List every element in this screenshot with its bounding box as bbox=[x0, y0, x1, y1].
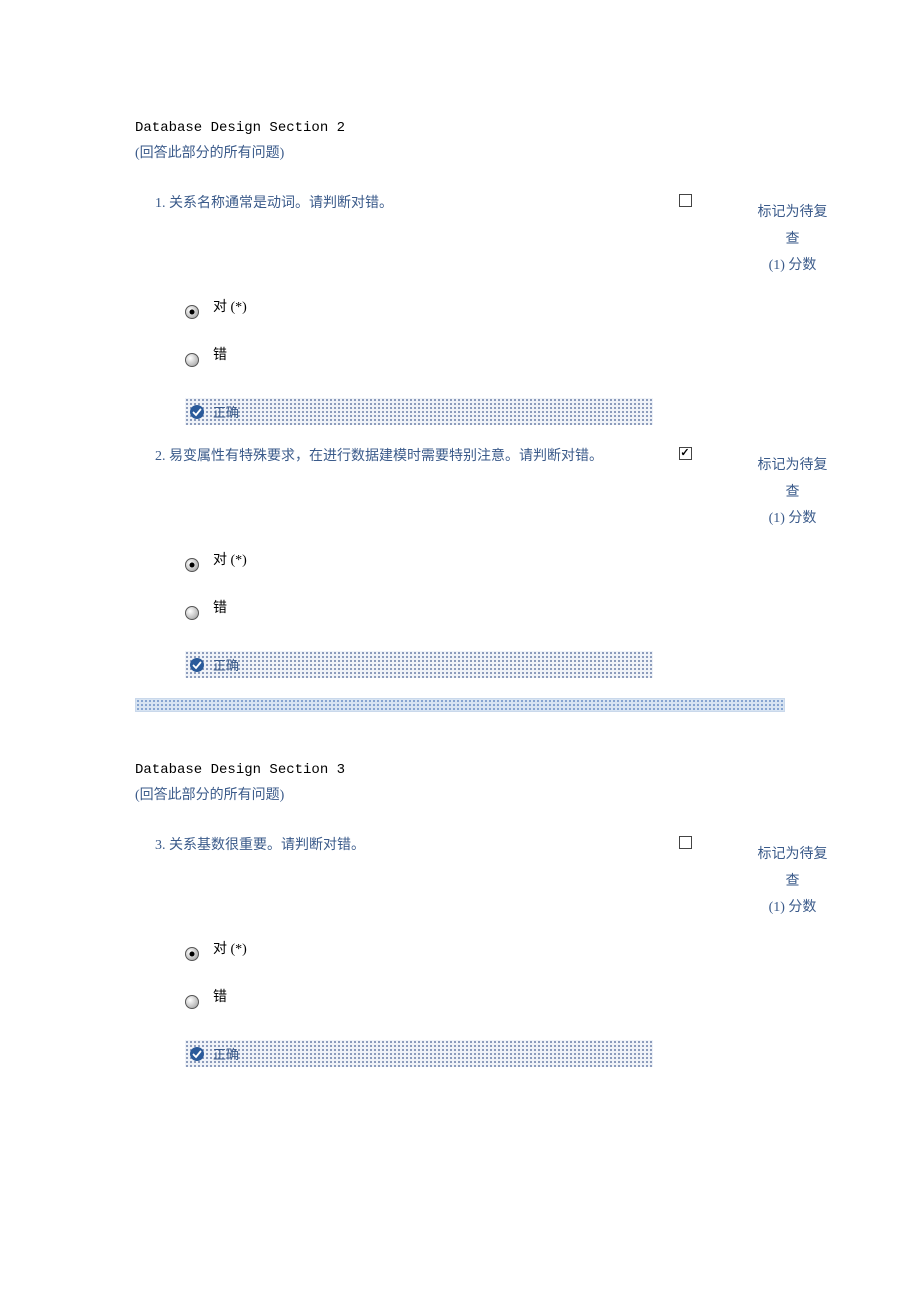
option-row[interactable]: 错 bbox=[185, 992, 665, 1012]
section-subtitle: (回答此部分的所有问题) bbox=[135, 142, 920, 162]
question-meta: 标记为待复 查 (1) 分数 bbox=[705, 836, 880, 1067]
radio-selected-icon[interactable] bbox=[185, 947, 199, 961]
radio-selected-icon[interactable] bbox=[185, 558, 199, 572]
result-row: 正确 bbox=[185, 398, 653, 425]
option-row[interactable]: 错 bbox=[185, 603, 665, 623]
radio-selected-icon[interactable] bbox=[185, 305, 199, 319]
section-subtitle: (回答此部分的所有问题) bbox=[135, 784, 920, 804]
points-label: (1) 分数 bbox=[705, 506, 880, 533]
option-label: 错 bbox=[213, 986, 227, 1006]
section-title: Database Design Section 3 bbox=[135, 762, 920, 778]
option-row[interactable]: 对 (*) bbox=[185, 302, 665, 322]
question-body: 关系名称通常是动词。请判断对错。 bbox=[169, 196, 393, 211]
radio-icon[interactable] bbox=[185, 353, 199, 367]
result-row: 正确 bbox=[185, 1040, 653, 1067]
option-row[interactable]: 对 (*) bbox=[185, 555, 665, 575]
review-label: 标记为待复 bbox=[705, 842, 880, 869]
section-divider bbox=[135, 698, 785, 712]
result-text: 正确 bbox=[213, 402, 239, 421]
option-row[interactable]: 错 bbox=[185, 350, 665, 370]
result-text: 正确 bbox=[213, 1044, 239, 1063]
review-label: 标记为待复 bbox=[705, 453, 880, 480]
question-body: 易变属性有特殊要求，在进行数据建模时需要特别注意。请判断对错。 bbox=[169, 449, 603, 464]
question: 2. 易变属性有特殊要求，在进行数据建模时需要特别注意。请判断对错。 对 (*)… bbox=[155, 445, 920, 678]
option-row[interactable]: 对 (*) bbox=[185, 944, 665, 964]
question: 3. 关系基数很重要。请判断对错。 对 (*) 错 bbox=[155, 834, 920, 1067]
checkmark-icon bbox=[189, 1046, 205, 1062]
review-checkbox[interactable] bbox=[679, 836, 692, 849]
option-label: 错 bbox=[213, 344, 227, 364]
question-number: 2. bbox=[155, 449, 166, 464]
option-label: 对 (*) bbox=[213, 549, 247, 569]
option-label: 对 (*) bbox=[213, 938, 247, 958]
question-meta: 标记为待复 查 (1) 分数 bbox=[705, 447, 880, 678]
points-label: (1) 分数 bbox=[705, 895, 880, 922]
question-text: 1. 关系名称通常是动词。请判断对错。 bbox=[155, 192, 665, 212]
checkmark-icon bbox=[189, 404, 205, 420]
question-body: 关系基数很重要。请判断对错。 bbox=[169, 838, 365, 853]
review-label: 查 bbox=[705, 480, 880, 507]
question-meta: 标记为待复 查 (1) 分数 bbox=[705, 194, 880, 425]
checkmark-icon bbox=[189, 657, 205, 673]
review-label: 查 bbox=[705, 869, 880, 896]
radio-icon[interactable] bbox=[185, 995, 199, 1009]
option-label: 对 (*) bbox=[213, 296, 247, 316]
question: 1. 关系名称通常是动词。请判断对错。 对 (*) 错 bbox=[155, 192, 920, 425]
review-checkbox[interactable] bbox=[679, 194, 692, 207]
result-text: 正确 bbox=[213, 655, 239, 674]
question-number: 1. bbox=[155, 196, 166, 211]
radio-icon[interactable] bbox=[185, 606, 199, 620]
review-label: 标记为待复 bbox=[705, 200, 880, 227]
question-text: 3. 关系基数很重要。请判断对错。 bbox=[155, 834, 665, 854]
result-row: 正确 bbox=[185, 651, 653, 678]
section-title: Database Design Section 2 bbox=[135, 120, 920, 136]
question-number: 3. bbox=[155, 838, 166, 853]
points-label: (1) 分数 bbox=[705, 253, 880, 280]
review-label: 查 bbox=[705, 227, 880, 254]
option-label: 错 bbox=[213, 597, 227, 617]
question-text: 2. 易变属性有特殊要求，在进行数据建模时需要特别注意。请判断对错。 bbox=[155, 445, 665, 465]
review-checkbox[interactable] bbox=[679, 447, 692, 460]
